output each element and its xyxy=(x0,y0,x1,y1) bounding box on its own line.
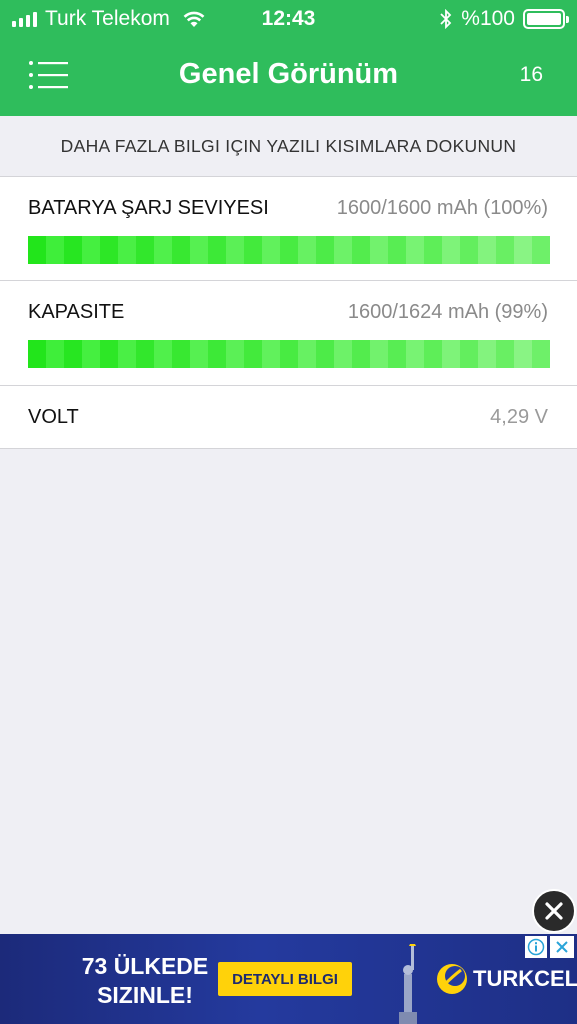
bar-segment xyxy=(478,340,496,368)
bar-segment xyxy=(118,236,136,264)
bar-segment xyxy=(280,340,298,368)
battery-info-list: BATARYA ŞARJ SEVIYESI 1600/1600 mAh (100… xyxy=(0,177,577,449)
ad-cta-button[interactable]: DETAYLI BILGI xyxy=(218,962,352,996)
list-item-charge-level[interactable]: BATARYA ŞARJ SEVIYESI 1600/1600 mAh (100… xyxy=(0,177,577,281)
page-title: Genel Görünüm xyxy=(178,58,399,90)
bar-segment xyxy=(190,340,208,368)
bar-segment xyxy=(100,340,118,368)
bar-segment xyxy=(82,236,100,264)
ad-headline-line1: 73 ÜLKEDE xyxy=(81,953,209,979)
list-item-volt[interactable]: VOLT 4,29 V xyxy=(0,386,577,448)
bar-segment xyxy=(118,340,136,368)
status-bar: Turk Telekom 12:43 %100 xyxy=(0,0,577,38)
bar-segment xyxy=(46,236,64,264)
bar-segment xyxy=(442,236,460,264)
bar-segment xyxy=(514,340,532,368)
bar-segment xyxy=(424,340,442,368)
bar-segment xyxy=(442,340,460,368)
bar-segment xyxy=(334,236,352,264)
bar-segment xyxy=(316,340,334,368)
bar-segment xyxy=(352,340,370,368)
bar-segment xyxy=(316,236,334,264)
capacity-bar xyxy=(28,340,550,368)
bar-segment xyxy=(154,236,172,264)
charge-level-label: BATARYA ŞARJ SEVIYESI xyxy=(28,197,269,219)
navigation-bar: Genel Görünüm 16 xyxy=(0,38,577,116)
turkcell-logo-icon xyxy=(437,964,467,994)
battery-icon xyxy=(523,9,569,29)
list-item-capacity[interactable]: KAPASITE 1600/1624 mAh (99%) xyxy=(0,281,577,386)
bar-segment xyxy=(190,236,208,264)
ad-banner[interactable]: 73 ÜLKEDE SIZINLE! DETAYLI BILGI TURKCEL… xyxy=(0,934,577,1024)
bar-segment xyxy=(172,340,190,368)
bar-segment xyxy=(262,340,280,368)
bar-segment xyxy=(28,236,46,264)
bar-segment xyxy=(208,340,226,368)
statue-of-liberty-icon xyxy=(399,944,417,1024)
brand-logo: TURKCELL xyxy=(435,962,577,996)
ad-info-icon[interactable] xyxy=(525,936,547,958)
bar-segment xyxy=(334,340,352,368)
bluetooth-icon xyxy=(440,9,452,29)
bar-segment xyxy=(406,340,424,368)
bar-segment xyxy=(496,340,514,368)
bar-segment xyxy=(496,236,514,264)
battery-percentage: %100 xyxy=(461,7,515,30)
bar-segment xyxy=(262,236,280,264)
bar-segment xyxy=(244,236,262,264)
ad-headline-line2: SIZINLE! xyxy=(97,982,193,1008)
brand-name: TURKCELL xyxy=(473,966,577,991)
bar-segment xyxy=(460,236,478,264)
bar-segment xyxy=(82,340,100,368)
close-ad-button[interactable] xyxy=(532,889,576,933)
capacity-value: 1600/1624 mAh (99%) xyxy=(347,301,548,323)
bar-segment xyxy=(244,340,262,368)
bar-segment xyxy=(298,340,316,368)
volt-value: 4,29 V xyxy=(490,406,548,428)
count-badge[interactable]: 16 xyxy=(520,63,543,87)
bar-segment xyxy=(532,236,550,264)
bar-segment xyxy=(406,236,424,264)
bar-segment xyxy=(388,236,406,264)
bar-segment xyxy=(136,236,154,264)
ad-dismiss-icon[interactable] xyxy=(550,936,574,958)
bar-segment xyxy=(154,340,172,368)
bar-segment xyxy=(370,236,388,264)
bar-segment xyxy=(208,236,226,264)
bar-segment xyxy=(532,340,550,368)
bar-segment xyxy=(478,236,496,264)
bar-segment xyxy=(100,236,118,264)
bar-segment xyxy=(46,340,64,368)
bar-segment xyxy=(28,340,46,368)
capacity-label: KAPASITE xyxy=(28,301,125,323)
info-hint: DAHA FAZLA BILGI IÇIN YAZILI KISIMLARA D… xyxy=(0,116,577,177)
bar-segment xyxy=(280,236,298,264)
charge-level-bar xyxy=(28,236,550,264)
bar-segment xyxy=(172,236,190,264)
bar-segment xyxy=(460,340,478,368)
charge-level-value: 1600/1600 mAh (100%) xyxy=(336,197,548,219)
close-icon xyxy=(545,902,563,920)
bar-segment xyxy=(370,340,388,368)
bar-segment xyxy=(352,236,370,264)
bar-segment xyxy=(226,340,244,368)
ad-headline: 73 ÜLKEDE SIZINLE! xyxy=(70,952,220,1010)
bar-segment xyxy=(226,236,244,264)
bar-segment xyxy=(424,236,442,264)
bar-segment xyxy=(388,340,406,368)
bar-segment xyxy=(64,236,82,264)
bar-segment xyxy=(514,236,532,264)
bar-segment xyxy=(298,236,316,264)
volt-label: VOLT xyxy=(28,406,79,428)
bar-segment xyxy=(64,340,82,368)
bar-segment xyxy=(136,340,154,368)
